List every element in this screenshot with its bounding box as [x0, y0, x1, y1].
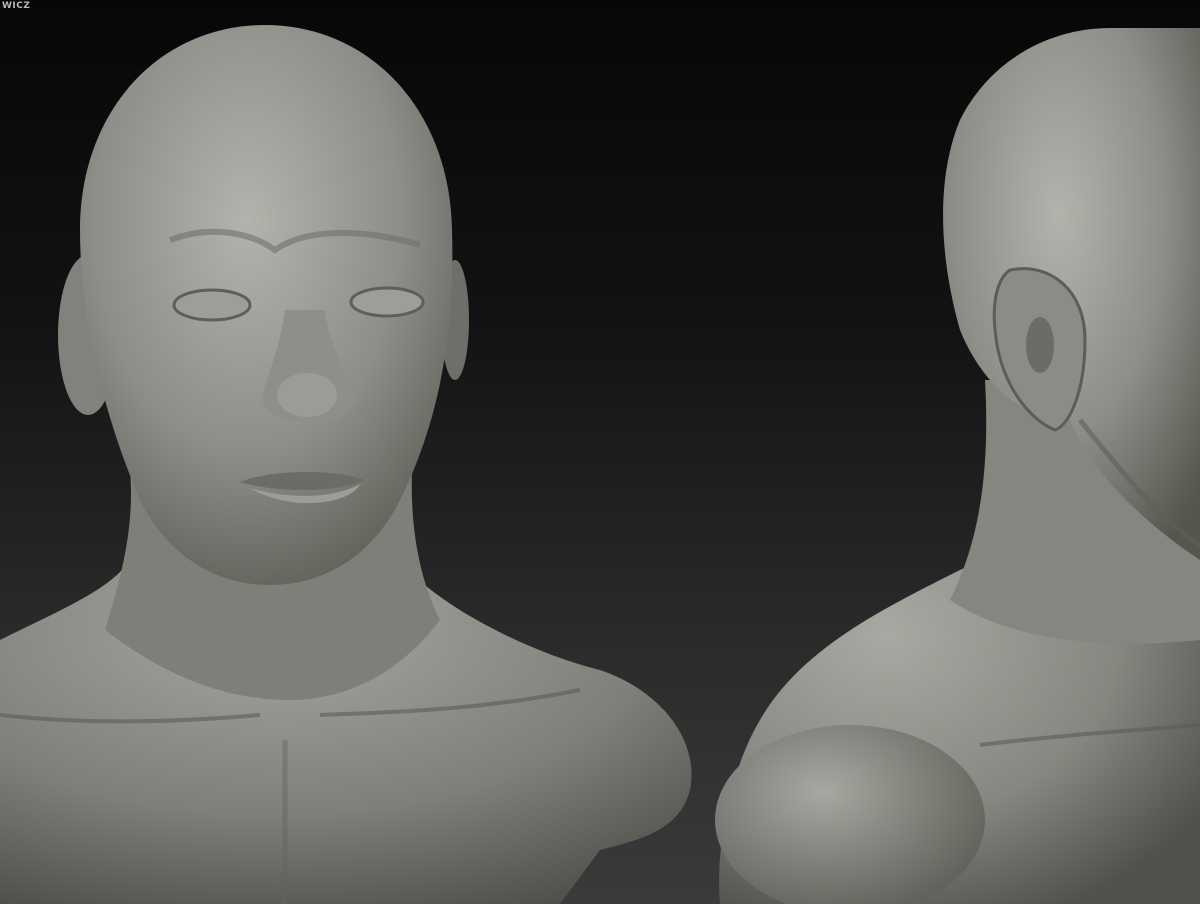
artist-watermark: WICZ: [2, 1, 31, 11]
front-bust: [0, 25, 692, 904]
side-bust: [715, 28, 1200, 904]
sculpt-render: [0, 25, 1200, 904]
render-viewport: WICZ: [0, 0, 1200, 904]
front-nose-tip: [277, 373, 337, 417]
front-left-eye: [172, 288, 252, 322]
side-ear-canal: [1026, 317, 1054, 373]
front-right-eye: [349, 286, 425, 318]
